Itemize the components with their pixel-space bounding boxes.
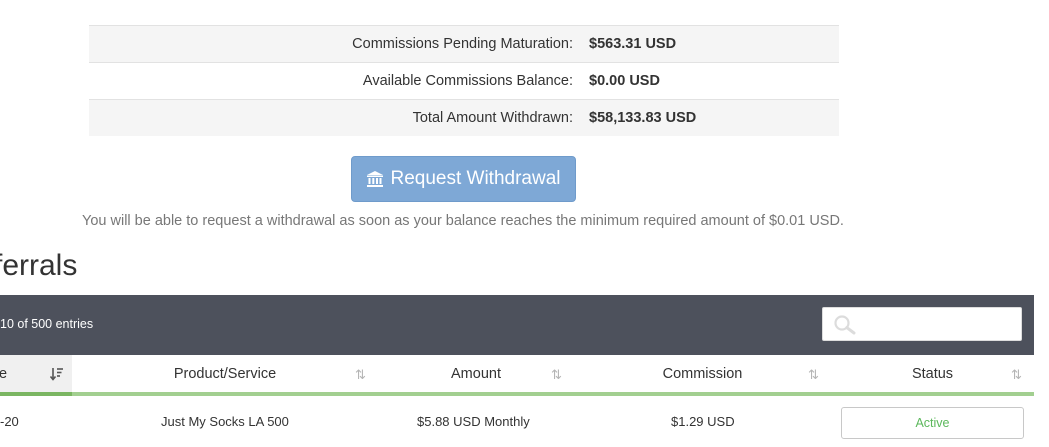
column-header-status[interactable]: Status ⇅ bbox=[831, 355, 1034, 396]
column-header-date[interactable]: te bbox=[0, 355, 72, 396]
entries-info: 10 of 500 entries bbox=[0, 317, 94, 331]
search-input[interactable] bbox=[863, 308, 1018, 340]
referrals-title: ferrals bbox=[0, 249, 78, 282]
stat-label: Commissions Pending Maturation: bbox=[352, 36, 573, 52]
commission-stats: Commissions Pending Maturation: $563.31 … bbox=[89, 25, 839, 136]
stat-value: $0.00 USD bbox=[589, 73, 660, 89]
column-header-commission[interactable]: Commission ⇅ bbox=[574, 355, 831, 396]
column-header-label: Status bbox=[911, 366, 954, 382]
column-header-product[interactable]: Product/Service ⇅ bbox=[72, 355, 378, 396]
table-row: -20 Just My Socks LA 500 $5.88 USD Month… bbox=[0, 396, 1034, 447]
column-header-label: Amount bbox=[451, 366, 501, 382]
stat-row-available: Available Commissions Balance: $0.00 USD bbox=[89, 62, 839, 99]
stat-value: $58,133.83 USD bbox=[589, 110, 697, 126]
column-header-label: Product/Service bbox=[173, 366, 277, 382]
sort-both-icon: ⇅ bbox=[551, 367, 562, 382]
column-header-amount[interactable]: Amount ⇅ bbox=[378, 355, 574, 396]
sort-both-icon: ⇅ bbox=[355, 367, 366, 382]
cell-date: -20 bbox=[0, 414, 19, 429]
stat-value: $563.31 USD bbox=[589, 36, 677, 52]
stat-label: Total Amount Withdrawn: bbox=[412, 110, 573, 126]
sort-both-icon: ⇅ bbox=[808, 367, 819, 382]
stat-row-withdrawn: Total Amount Withdrawn: $58,133.83 USD bbox=[89, 99, 839, 136]
search-icon bbox=[833, 315, 857, 340]
stat-label: Available Commissions Balance: bbox=[362, 73, 573, 89]
withdrawal-note: You will be able to request a withdrawal… bbox=[82, 213, 844, 229]
sort-desc-icon bbox=[49, 367, 64, 384]
table-toolbar: 10 of 500 entries bbox=[0, 295, 1034, 355]
cell-amount: $5.88 USD Monthly bbox=[417, 414, 530, 429]
table-header: te Product/Service ⇅ Amount ⇅ Commission… bbox=[0, 355, 1034, 396]
status-badge: Active bbox=[841, 407, 1024, 439]
bank-icon bbox=[366, 170, 384, 188]
request-withdrawal-label: Request Withdrawal bbox=[390, 168, 561, 189]
stat-row-pending: Commissions Pending Maturation: $563.31 … bbox=[89, 25, 839, 62]
search-box[interactable] bbox=[822, 307, 1022, 341]
request-withdrawal-button[interactable]: Request Withdrawal bbox=[351, 156, 576, 202]
sort-both-icon: ⇅ bbox=[1011, 367, 1022, 382]
cell-commission: $1.29 USD bbox=[671, 414, 735, 429]
column-header-label: Commission bbox=[662, 366, 743, 382]
cell-product: Just My Socks LA 500 bbox=[161, 414, 289, 429]
